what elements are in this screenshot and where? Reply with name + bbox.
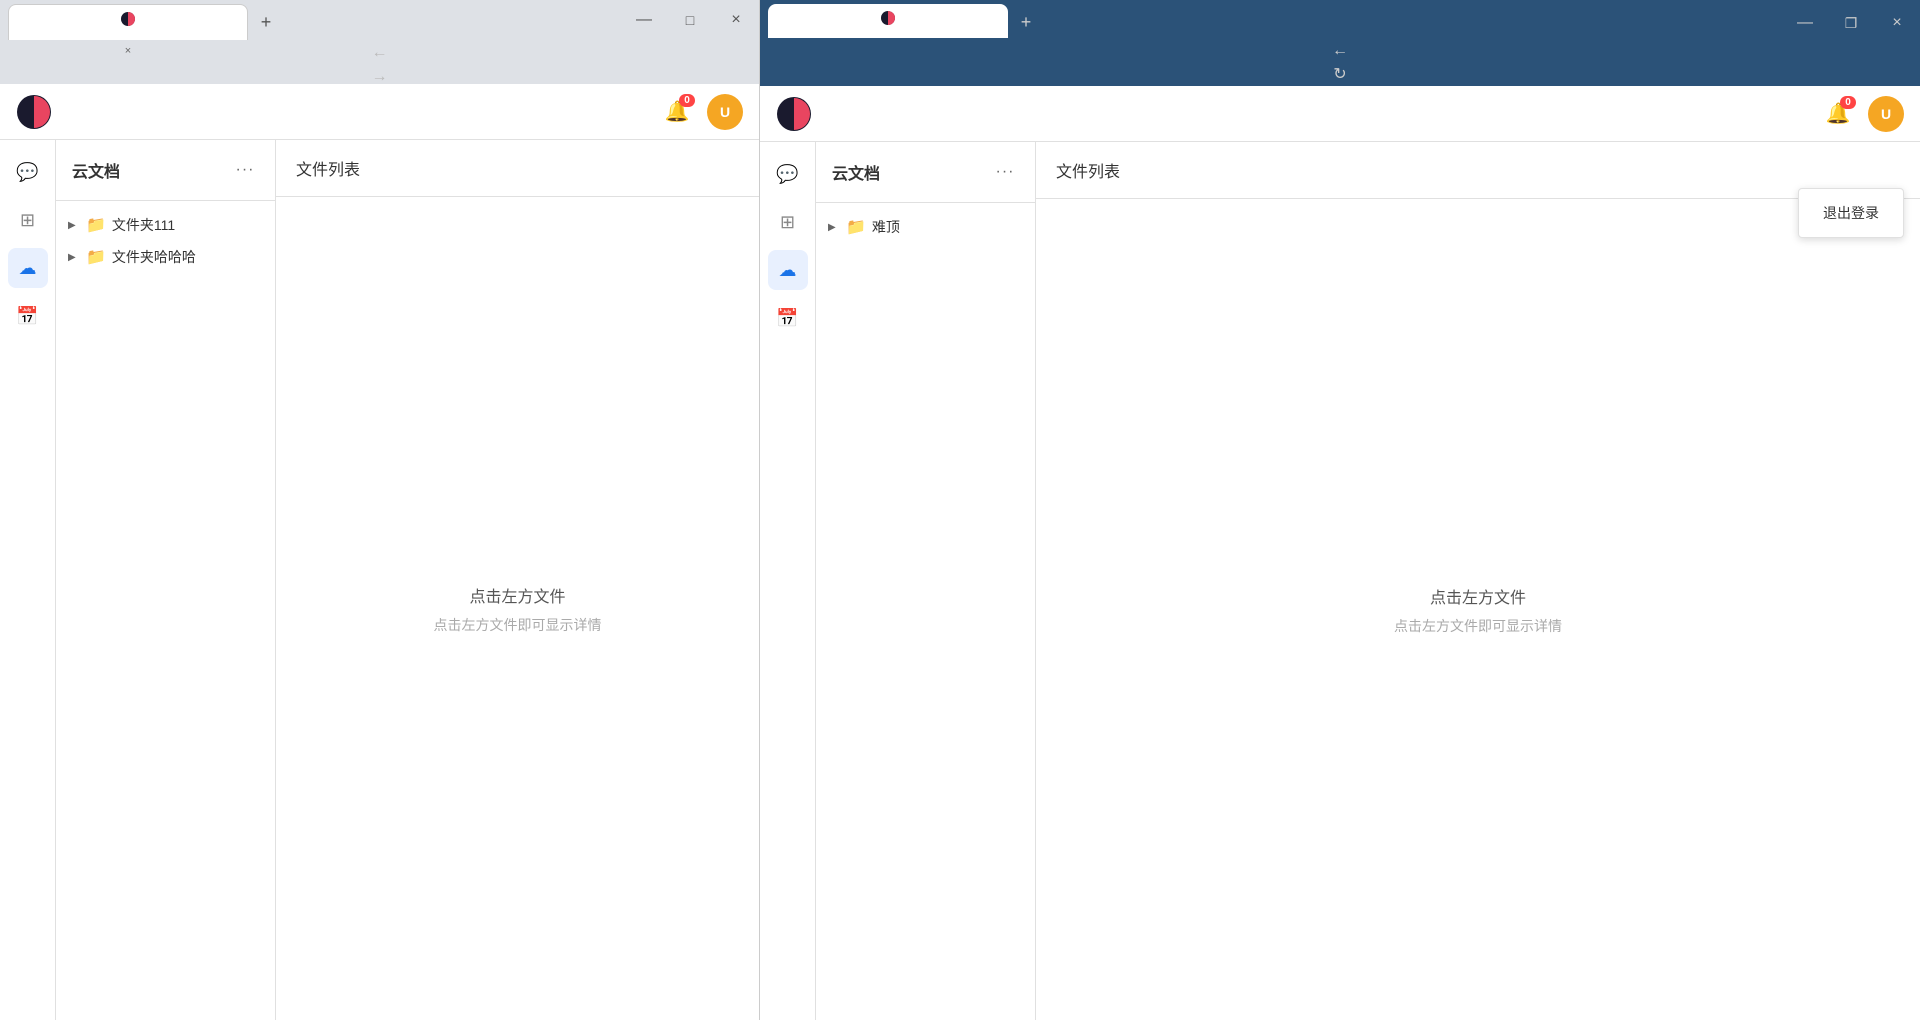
b2-sidebar-calendar[interactable]: 📅 — [768, 298, 808, 338]
b2-sidebar-grid[interactable]: ⊞ — [768, 202, 808, 242]
b2-folder-1[interactable]: ▶ 📁 难顶 — [816, 211, 1035, 243]
b1-folder-2-icon: 📁 — [86, 247, 106, 267]
b2-file-panel-title: 云文档 — [832, 160, 880, 184]
b1-folder-2-arrow: ▶ — [68, 252, 80, 263]
b1-folder-1-name: 文件夹111 — [112, 215, 175, 235]
b1-user-avatar[interactable]: U — [707, 94, 743, 130]
b1-folder-2[interactable]: ▶ 📁 文件夹哈哈哈 — [56, 241, 275, 273]
b2-file-tree: ▶ 📁 难顶 — [816, 203, 1035, 1020]
b2-notification-badge: 0 — [1840, 96, 1856, 109]
b1-more-btn[interactable]: ··· — [231, 156, 259, 184]
b1-folder-1-arrow: ▶ — [68, 220, 80, 231]
b2-main-header: 文件列表 — [1036, 142, 1920, 199]
b1-notification-badge: 0 — [679, 94, 695, 107]
b2-main-content: 文件列表 点击左方文件 点击左方文件即可显示详情 — [1036, 142, 1920, 1020]
b2-placeholder-title: 点击左方文件 — [1430, 584, 1526, 608]
b1-main-content: 文件列表 点击左方文件 点击左方文件即可显示详情 — [276, 140, 759, 1020]
b2-sidebar: 💬 ⊞ ☁ 📅 — [760, 142, 816, 1020]
b2-placeholder-sub: 点击左方文件即可显示详情 — [1394, 616, 1562, 636]
b1-app-logo — [16, 94, 52, 130]
b1-sidebar: 💬 ⊞ ☁ 📅 — [0, 140, 56, 1020]
logout-dropdown: 退出登录 — [1798, 188, 1904, 238]
b2-close[interactable]: × — [1874, 8, 1920, 38]
b2-folder-1-name: 难顶 — [872, 217, 900, 237]
tab-favicon-1 — [120, 11, 136, 27]
b2-sidebar-cloud[interactable]: ☁ — [768, 250, 808, 290]
tab-favicon-2 — [880, 10, 896, 26]
b1-maximize[interactable]: □ — [667, 4, 713, 36]
b1-sidebar-cloud[interactable]: ☁ — [8, 248, 48, 288]
browser1-new-tab[interactable]: + — [252, 8, 280, 36]
logout-item[interactable]: 退出登录 — [1799, 193, 1903, 233]
b2-app-logo — [776, 96, 812, 132]
b1-app-header: 🔔 0 U — [0, 84, 759, 140]
b1-close[interactable]: × — [713, 4, 759, 36]
b2-more-btn[interactable]: ··· — [991, 158, 1019, 186]
b2-back[interactable]: ← — [1324, 42, 1356, 60]
b2-notification-btn[interactable]: 🔔 0 — [1820, 96, 1856, 132]
b2-app-header: 🔔 0 U — [760, 86, 1920, 142]
b2-minimize[interactable]: — — [1782, 8, 1828, 38]
b2-file-panel: 云文档 ··· ▶ 📁 难顶 — [816, 142, 1036, 1020]
browser1-active-tab[interactable]: Collaborative Platform × — [8, 4, 248, 40]
b2-restore[interactable]: ❐ — [1828, 8, 1874, 38]
b2-user-avatar-header[interactable]: U — [1868, 96, 1904, 132]
b2-folder-1-icon: 📁 — [846, 217, 866, 237]
b1-minimize[interactable]: — — [621, 4, 667, 36]
b2-reload[interactable]: ↻ — [1324, 64, 1356, 84]
browser2-new-tab[interactable]: + — [1012, 8, 1040, 36]
b1-file-panel-title: 云文档 — [72, 158, 120, 182]
b1-sidebar-chat[interactable]: 💬 — [8, 152, 48, 192]
browser2-active-tab[interactable]: Collaborative Platform × — [768, 4, 1008, 38]
b1-folder-1[interactable]: ▶ 📁 文件夹111 — [56, 209, 275, 241]
b1-placeholder-sub: 点击左方文件即可显示详情 — [434, 615, 602, 635]
b1-folder-2-name: 文件夹哈哈哈 — [112, 247, 196, 267]
b1-folder-1-icon: 📁 — [86, 215, 106, 235]
b1-sidebar-grid[interactable]: ⊞ — [8, 200, 48, 240]
b2-folder-1-arrow: ▶ — [828, 222, 840, 233]
b1-file-panel: 云文档 ··· ▶ 📁 文件夹111 ▶ 📁 — [56, 140, 276, 1020]
b1-sidebar-calendar[interactable]: 📅 — [8, 296, 48, 336]
b1-file-tree: ▶ 📁 文件夹111 ▶ 📁 文件夹哈哈哈 — [56, 201, 275, 1020]
b1-placeholder-title: 点击左方文件 — [469, 583, 565, 607]
b1-app-area: 🔔 0 U 💬 ⊞ ☁ 📅 — [0, 84, 759, 1020]
b2-sidebar-chat[interactable]: 💬 — [768, 154, 808, 194]
b1-main-header: 文件列表 — [276, 140, 759, 197]
b1-notification-btn[interactable]: 🔔 0 — [659, 94, 695, 130]
b2-app-area: 🔔 0 U 退出登录 💬 ⊞ ☁ 📅 — [760, 86, 1920, 1020]
b1-back[interactable]: ← — [366, 44, 394, 62]
